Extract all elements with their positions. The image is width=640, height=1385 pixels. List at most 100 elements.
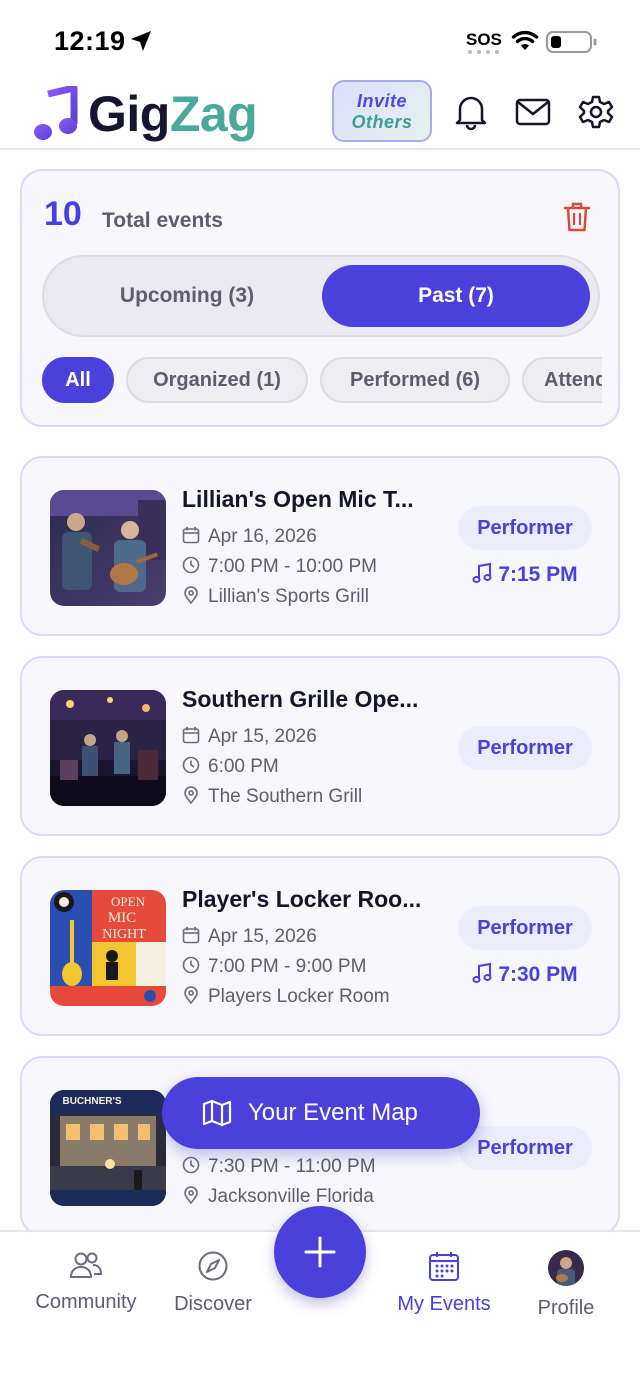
mail-icon[interactable]	[515, 98, 551, 128]
bell-icon[interactable]	[454, 94, 488, 130]
event-venue-row: Jacksonville Florida	[182, 1186, 374, 1208]
event-time: 7:30 PM - 11:00 PM	[208, 1156, 376, 1177]
logo-text-zag: Zag	[169, 86, 258, 142]
event-time-row: 7:00 PM - 9:00 PM	[182, 956, 366, 978]
event-card[interactable]: Southern Grille Ope... Apr 15, 2026 6:00…	[20, 656, 620, 836]
invite-others-button[interactable]: Invite Others	[332, 80, 432, 142]
event-venue-row: Lillian's Sports Grill	[182, 586, 369, 608]
battery-icon	[546, 31, 597, 53]
add-event-button[interactable]	[274, 1206, 366, 1298]
status-time: 12:19	[54, 26, 126, 56]
role-badge: Performer	[458, 726, 592, 770]
plus-icon	[304, 1236, 336, 1268]
event-title: Lillian's Open Mic T...	[182, 486, 414, 512]
tab-my-events[interactable]: My Events	[374, 1250, 514, 1316]
app-logo[interactable]: GigZag	[88, 84, 258, 144]
event-poster-image: OPEN MIC NIGHT	[50, 890, 166, 1006]
tab-discover-label: Discover	[174, 1293, 252, 1315]
role-badge: Performer	[458, 506, 592, 550]
event-date: Apr 15, 2026	[208, 726, 317, 747]
event-venue: Players Locker Room	[208, 986, 390, 1007]
performance-time-value: 7:15 PM	[498, 563, 578, 586]
event-date: Apr 15, 2026	[208, 926, 317, 947]
avatar	[548, 1250, 584, 1286]
event-title: Southern Grille Ope...	[182, 686, 419, 712]
event-card[interactable]: Lillian's Open Mic T... Apr 16, 2026 7:0…	[20, 456, 620, 636]
tab-upcoming[interactable]: Upcoming (3)	[52, 265, 322, 327]
event-map-label: Your Event Map	[248, 1099, 418, 1126]
clock-icon	[182, 556, 200, 574]
filter-chip-attended[interactable]: Attended	[522, 357, 602, 403]
calendar-icon	[182, 527, 200, 544]
event-date-row: Apr 16, 2026	[182, 526, 317, 548]
clock-icon	[182, 956, 200, 974]
event-date: Apr 16, 2026	[208, 526, 317, 547]
music-note-icon	[472, 962, 492, 983]
sos-indicator: SOS	[466, 30, 502, 49]
filter-chips: All Organized (1) Performed (6) Attended	[42, 357, 602, 405]
invite-line2: Others	[351, 112, 413, 132]
location-pin-icon	[184, 786, 198, 805]
total-events-label: Total events	[102, 209, 223, 232]
tab-my-events-label: My Events	[397, 1293, 491, 1315]
tab-profile[interactable]: Profile	[496, 1250, 636, 1320]
event-date-row: Apr 15, 2026	[182, 726, 317, 748]
event-thumbnail	[50, 490, 166, 606]
events-summary-card: 10 Total events Upcoming (3) Past (7) Al…	[20, 169, 620, 427]
tab-discover[interactable]: Discover	[143, 1250, 283, 1316]
time-segment-control: Upcoming (3) Past (7)	[42, 255, 600, 337]
filter-chip-performed[interactable]: Performed (6)	[320, 357, 510, 403]
event-time-row: 7:00 PM - 10:00 PM	[182, 556, 377, 578]
music-note-icon	[472, 562, 492, 583]
event-thumbnail: BUCHNER'S	[50, 1090, 166, 1206]
status-bar: 12:19 SOS	[0, 0, 640, 78]
app-header: GigZag Invite Others	[0, 78, 640, 150]
wifi-icon	[511, 30, 539, 50]
logo-text-gig: Gig	[88, 86, 170, 142]
event-venue-row: The Southern Grill	[182, 786, 362, 808]
location-pin-icon	[184, 586, 198, 605]
performance-time: 7:15 PM	[458, 562, 592, 587]
gear-icon[interactable]	[578, 94, 614, 130]
role-badge: Performer	[458, 906, 592, 950]
tab-community[interactable]: Community	[16, 1250, 156, 1314]
event-thumbnail: OPEN MIC NIGHT	[50, 890, 166, 1006]
total-events-count: 10	[44, 195, 82, 233]
event-time: 7:00 PM - 9:00 PM	[208, 956, 367, 977]
people-icon	[70, 1252, 103, 1278]
clock-icon	[182, 1156, 200, 1174]
music-note-logo-icon	[34, 86, 78, 140]
tab-community-label: Community	[35, 1291, 137, 1313]
event-photo-image	[50, 490, 166, 606]
filter-chip-organized[interactable]: Organized (1)	[126, 357, 308, 403]
location-pin-icon	[184, 986, 198, 1005]
poster-text-open: OPEN	[111, 894, 146, 909]
trash-icon[interactable]	[562, 201, 592, 233]
poster-text-mic: MIC	[108, 910, 136, 926]
event-venue-row: Players Locker Room	[182, 986, 390, 1008]
event-time: 6:00 PM	[208, 756, 279, 777]
filter-chip-all[interactable]: All	[42, 357, 114, 403]
poster-text-buchners: BUCHNER'S	[62, 1096, 121, 1107]
calendar-icon	[182, 927, 200, 944]
performance-time: 7:30 PM	[458, 962, 592, 987]
calendar-grid-icon	[429, 1252, 459, 1281]
event-venue: Jacksonville Florida	[208, 1186, 374, 1207]
event-thumbnail	[50, 690, 166, 806]
event-time: 7:00 PM - 10:00 PM	[208, 556, 377, 577]
compass-icon	[198, 1251, 228, 1281]
event-title: Player's Locker Roo...	[182, 886, 422, 912]
event-map-button[interactable]: Your Event Map	[162, 1077, 480, 1149]
event-time-row: 7:30 PM - 11:00 PM	[182, 1156, 376, 1178]
map-icon	[202, 1099, 232, 1127]
location-pin-icon	[184, 1186, 198, 1205]
calendar-icon	[182, 727, 200, 744]
location-arrow-icon	[131, 31, 151, 51]
event-time-row: 6:00 PM	[182, 756, 279, 778]
event-card[interactable]: OPEN MIC NIGHT Player's Locker Roo... Ap…	[20, 856, 620, 1036]
event-poster-image: BUCHNER'S	[50, 1090, 166, 1206]
signal-dots-icon	[468, 50, 499, 54]
event-photo-image	[50, 690, 166, 806]
event-venue: Lillian's Sports Grill	[208, 586, 369, 607]
tab-past[interactable]: Past (7)	[322, 265, 590, 327]
